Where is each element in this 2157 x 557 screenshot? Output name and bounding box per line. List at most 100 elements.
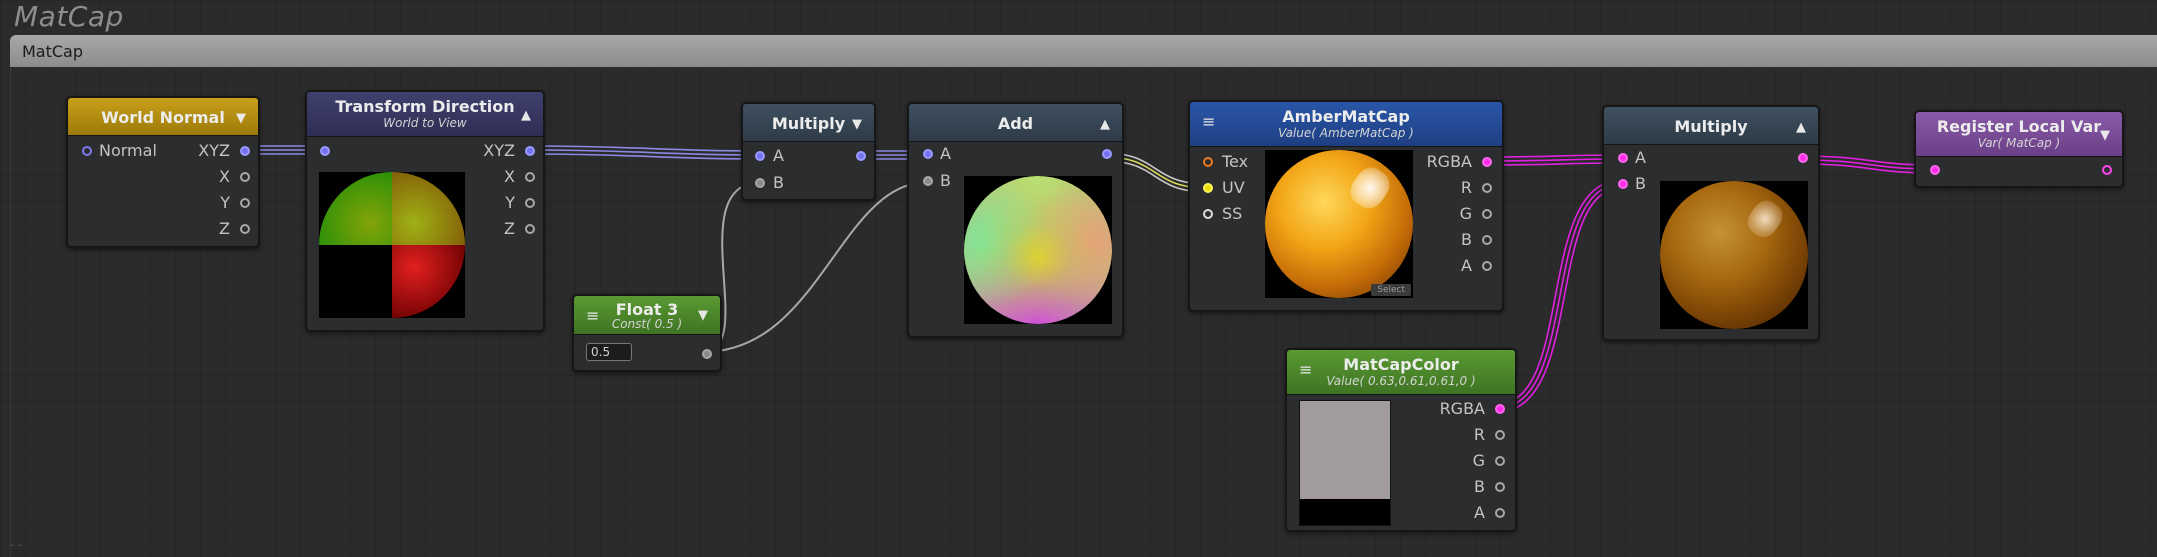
xyz-output-port[interactable]	[525, 146, 535, 156]
matcap-texture-preview: Select	[1265, 150, 1413, 298]
multiply-node-2[interactable]: Multiply ▲ A B	[1602, 105, 1820, 341]
select-texture-button[interactable]: Select	[1371, 284, 1411, 296]
multiply-preview	[1660, 181, 1808, 329]
wire-float-add-b	[702, 181, 929, 353]
b-output-port[interactable]	[1482, 235, 1492, 245]
node-header[interactable]: Transform Direction World to View ▲	[307, 92, 543, 137]
wire-transform-multiply1	[528, 145, 763, 160]
node-title: Transform Direction	[335, 97, 515, 116]
b-label: B	[773, 173, 784, 192]
b-input-port[interactable]	[923, 176, 933, 186]
z-output-port[interactable]	[240, 224, 250, 234]
node-header[interactable]: World Normal ▼	[68, 98, 258, 136]
x-label: X	[219, 167, 230, 186]
rgba-label: RGBA	[1426, 152, 1472, 171]
uv-input-port[interactable]	[1203, 183, 1213, 193]
a-input-port[interactable]	[755, 151, 765, 161]
z-label: Z	[219, 219, 230, 238]
direction-preview	[319, 172, 465, 318]
node-title: AmberMatCap	[1282, 107, 1410, 126]
node-subtitle: World to View	[383, 116, 467, 130]
matcap-color-node[interactable]: ≡ MatCapColor Value( 0.63,0.61,0.61,0 ) …	[1285, 348, 1517, 532]
collapse-up-icon[interactable]: ▲	[1100, 117, 1110, 132]
a-label: A	[773, 146, 784, 165]
transform-input-port[interactable]	[320, 146, 330, 156]
b-input-port[interactable]	[1618, 179, 1628, 189]
node-header[interactable]: Multiply ▲	[1604, 107, 1818, 145]
uv-label: UV	[1222, 178, 1245, 197]
collapse-down-icon[interactable]: ▼	[852, 117, 862, 132]
input-port[interactable]	[1930, 165, 1940, 175]
r-output-port[interactable]	[1482, 183, 1492, 193]
output-port[interactable]	[1798, 153, 1808, 163]
amber-matcap-node[interactable]: ≡ AmberMatCap Value( AmberMatCap ) Tex U…	[1188, 100, 1504, 312]
tex-input-port[interactable]	[1203, 157, 1213, 167]
rgba-label: RGBA	[1439, 399, 1485, 418]
multiply-sphere-preview	[1660, 181, 1808, 329]
output-port[interactable]	[1102, 149, 1112, 159]
ss-label: SS	[1222, 204, 1243, 223]
node-subtitle: Value( 0.63,0.61,0.61,0 )	[1326, 374, 1476, 388]
a-input-port[interactable]	[1618, 153, 1628, 163]
node-subtitle: Value( AmberMatCap )	[1278, 126, 1414, 140]
node-subtitle: Var( MatCap )	[1977, 136, 2061, 150]
a-label: A	[940, 144, 951, 163]
rgba-output-port[interactable]	[1482, 157, 1492, 167]
node-header[interactable]: ≡ MatCapColor Value( 0.63,0.61,0.61,0 )	[1287, 350, 1515, 395]
r-output-port[interactable]	[1495, 430, 1505, 440]
x-output-port[interactable]	[240, 172, 250, 182]
b-label: B	[1635, 174, 1646, 193]
xyz-label: XYZ	[198, 141, 230, 160]
a-label: A	[1635, 148, 1646, 167]
g-output-port[interactable]	[1495, 456, 1505, 466]
collapse-down-icon[interactable]: ▼	[698, 308, 708, 323]
transform-direction-node[interactable]: Transform Direction World to View ▲ XYZ …	[305, 90, 545, 332]
add-node[interactable]: Add ▲ A B	[907, 102, 1124, 338]
node-header[interactable]: Add ▲	[909, 104, 1122, 142]
z-label: Z	[504, 219, 515, 238]
a-input-port[interactable]	[923, 149, 933, 159]
z-output-port[interactable]	[525, 224, 535, 234]
normal-input-port[interactable]	[82, 146, 92, 156]
a-output-port[interactable]	[1495, 508, 1505, 518]
register-local-var-node[interactable]: Register Local Var Var( MatCap ) ▼	[1914, 110, 2124, 188]
r-label: R	[1460, 178, 1472, 197]
y-output-port[interactable]	[240, 198, 250, 208]
node-header[interactable]: ≡ Float 3 Const( 0.5 ) ▼	[574, 296, 720, 335]
float-output-port[interactable]	[702, 349, 712, 359]
y-output-port[interactable]	[525, 198, 535, 208]
multiply-node-1[interactable]: Multiply ▼ A B	[741, 102, 876, 201]
a-label: A	[1461, 256, 1472, 275]
b-input-port[interactable]	[755, 178, 765, 188]
color-swatch[interactable]	[1299, 400, 1391, 526]
color-swatch-fill	[1300, 401, 1390, 499]
ss-input-port[interactable]	[1203, 209, 1213, 219]
normal-label: Normal	[99, 141, 157, 160]
node-title: MatCapColor	[1343, 355, 1459, 374]
output-port[interactable]	[2102, 165, 2112, 175]
float3-node[interactable]: ≡ Float 3 Const( 0.5 ) ▼ 0.5	[572, 294, 722, 372]
xyz-output-port[interactable]	[240, 146, 250, 156]
output-port[interactable]	[856, 151, 866, 161]
b-label: B	[940, 171, 951, 190]
b-label: B	[1461, 230, 1472, 249]
float-value-field[interactable]: 0.5	[586, 343, 632, 361]
node-header[interactable]: ≡ AmberMatCap Value( AmberMatCap )	[1190, 102, 1502, 147]
b-output-port[interactable]	[1495, 482, 1505, 492]
add-sphere-preview	[964, 176, 1112, 324]
x-output-port[interactable]	[525, 172, 535, 182]
amber-sphere-preview	[1265, 150, 1413, 298]
y-label: Y	[220, 193, 230, 212]
collapse-up-icon[interactable]: ▲	[1796, 120, 1806, 135]
collapse-up-icon[interactable]: ▲	[521, 108, 531, 123]
node-header[interactable]: Multiply ▼	[743, 104, 874, 142]
g-output-port[interactable]	[1482, 209, 1492, 219]
a-output-port[interactable]	[1482, 261, 1492, 271]
collapse-down-icon[interactable]: ▼	[236, 111, 246, 126]
node-header[interactable]: Register Local Var Var( MatCap ) ▼	[1916, 112, 2122, 157]
g-label: G	[1459, 204, 1472, 223]
collapse-down-icon[interactable]: ▼	[2100, 128, 2110, 143]
world-normal-node[interactable]: World Normal ▼ Normal XYZ X Y Z	[66, 96, 260, 248]
rgba-output-port[interactable]	[1495, 404, 1505, 414]
y-label: Y	[505, 193, 515, 212]
